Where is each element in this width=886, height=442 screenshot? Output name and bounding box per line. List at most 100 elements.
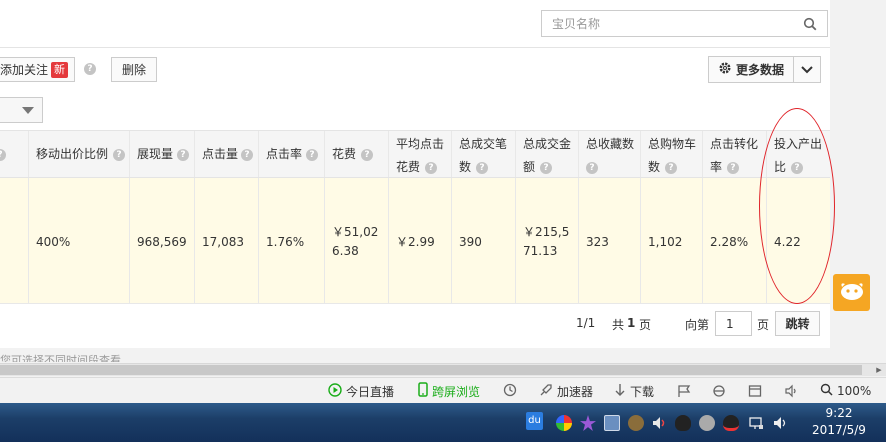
system-clock[interactable]: 9:22 2017/5/9 (798, 405, 880, 439)
star-app-icon[interactable] (580, 415, 596, 431)
compass-icon (503, 383, 517, 400)
row-cell: 1.76% (258, 178, 324, 303)
period-select[interactable] (0, 97, 43, 123)
row-cell: 1,102 (640, 178, 702, 303)
help-icon[interactable]: ? (113, 149, 125, 161)
download-label: 下载 (630, 384, 655, 399)
history-button[interactable] (503, 382, 517, 400)
mascot-icon (838, 280, 866, 305)
play-icon (328, 382, 342, 400)
header-label: 点击转化 (710, 137, 759, 151)
qq-icon[interactable] (675, 415, 691, 431)
delete-button[interactable]: 删除 (111, 57, 157, 82)
total-suffix: 页 (639, 318, 652, 332)
footer-hint-text: 您可选择不同时间段查看 (0, 354, 121, 362)
header-cell: 点击转化 率 ? (702, 131, 766, 177)
scroll-right-arrow-icon[interactable]: ▶ (872, 364, 886, 376)
row-cell: 17,083 (194, 178, 258, 303)
footer-hint: 您可选择不同时间段查看 (0, 350, 170, 362)
cell-value-line2: 71.13 (523, 244, 558, 258)
cell-value: 390 (459, 235, 482, 249)
cell-value: ￥215,5 (523, 225, 570, 239)
baidu-du-icon[interactable]: du (526, 412, 543, 430)
row-cell: 400% (28, 178, 129, 303)
zoom-control[interactable]: 100% (820, 382, 871, 400)
chrome-icon[interactable] (556, 415, 572, 431)
cell-value: 1,102 (648, 235, 683, 249)
header-cell: 总购物车 数 ? (640, 131, 702, 177)
volume-tray-icon[interactable] (651, 415, 667, 431)
header-cell: 点击量 ? (194, 131, 258, 177)
more-data-label: 更多数据 (735, 63, 784, 77)
help-icon[interactable]: ? (425, 162, 437, 174)
help-icon[interactable]: ? (84, 63, 96, 75)
download-button[interactable]: 下载 (614, 382, 654, 400)
gear-icon (718, 61, 732, 78)
chevron-down-icon (801, 63, 813, 77)
help-icon[interactable]: ? (0, 149, 6, 161)
flag-icon[interactable] (677, 382, 691, 400)
scrollbar-thumb[interactable] (0, 365, 862, 375)
jump-button[interactable]: 跳转 (775, 311, 820, 336)
row-cell (0, 178, 28, 303)
header-label-line2: 率 (710, 160, 723, 174)
help-icon[interactable]: ? (727, 162, 739, 174)
cell-value: 400% (36, 235, 71, 249)
clock-time: 9:22 (825, 406, 853, 420)
help-icon[interactable]: ? (791, 162, 803, 174)
live-stream-label: 今日直播 (346, 384, 395, 399)
add-follow-button[interactable]: 添加关注 新 (0, 57, 75, 82)
phone-icon (418, 382, 428, 400)
qq-alert-icon[interactable] (723, 415, 739, 431)
help-icon[interactable]: ? (306, 149, 318, 161)
settings-tray-icon[interactable] (699, 415, 715, 431)
row-cell: ￥215,5 71.13 (515, 178, 578, 303)
help-icon[interactable]: ? (540, 162, 552, 174)
row-cell: 2.28% (702, 178, 766, 303)
header-label: 点击率 (266, 147, 303, 161)
cell-value: 1.76% (266, 235, 305, 249)
more-data-button[interactable]: 更多数据 (708, 56, 794, 83)
help-icon[interactable]: ? (476, 162, 488, 174)
help-icon[interactable]: ? (361, 149, 373, 161)
help-icon[interactable]: ? (586, 162, 598, 174)
search-box (541, 10, 828, 37)
header-label: 花费 (332, 147, 357, 161)
live-stream-button[interactable]: 今日直播 (328, 382, 394, 400)
header-label: 展现量 (137, 147, 174, 161)
network-icon[interactable] (748, 415, 764, 431)
header-label: 总成交笔 (459, 137, 508, 151)
caret-down-icon (22, 103, 34, 117)
horizontal-scrollbar[interactable]: ▶ (0, 363, 886, 376)
clock-date: 2017/5/9 (812, 423, 866, 437)
page-number-input[interactable] (715, 311, 752, 336)
help-icon[interactable]: ? (665, 162, 677, 174)
link-app-icon[interactable] (604, 415, 620, 431)
row-cell: 390 (451, 178, 515, 303)
header-label: 总购物车 (648, 137, 697, 151)
window-icon[interactable] (748, 382, 762, 400)
speaker-icon[interactable] (784, 382, 798, 400)
zoom-level: 100% (837, 384, 872, 398)
floating-helper-widget[interactable] (833, 274, 870, 311)
help-icon[interactable]: ? (241, 149, 253, 161)
header-cell: 移动出价比例 ? (28, 131, 129, 177)
speaker-tray-icon[interactable] (772, 415, 788, 431)
header-label-line2: 额 (523, 160, 536, 174)
header-cell: 总收藏数 ? (578, 131, 640, 177)
cell-value: 323 (586, 235, 609, 249)
cell-value-line2: 6.38 (332, 244, 359, 258)
header-cell: 投入产出 比 ? (766, 131, 830, 177)
search-icon[interactable] (793, 11, 827, 36)
table-row[interactable]: 400% 968,569 17,083 1.76% ￥51,02 6.38 ￥2… (0, 178, 830, 304)
help-icon[interactable]: ? (177, 149, 189, 161)
ie-icon[interactable] (712, 382, 726, 400)
accelerator-button[interactable]: 加速器 (539, 382, 593, 400)
header-label: 总收藏数 (586, 137, 635, 151)
search-input[interactable] (542, 11, 792, 36)
cross-screen-button[interactable]: 跨屏浏览 (418, 382, 480, 400)
app-tray-icon[interactable] (628, 415, 644, 431)
cell-value: 4.22 (774, 235, 801, 249)
page-indicator: 1/1 (576, 316, 596, 330)
more-data-dropdown-button[interactable] (793, 56, 821, 83)
